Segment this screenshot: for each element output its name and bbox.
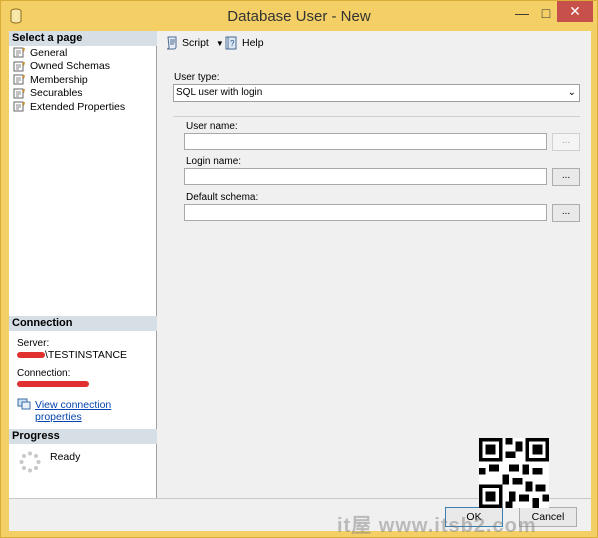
qr-code [479, 438, 549, 508]
watermark: it屋 www.itsb2.com [337, 515, 537, 537]
login-name-browse-button[interactable]: ... [552, 168, 580, 186]
user-type-select[interactable]: SQL user with login ⌄ [173, 84, 580, 102]
select-page-header: Select a page [9, 31, 157, 46]
progress-status: Ready [50, 451, 81, 463]
page-item-securables[interactable]: Securables [13, 87, 153, 101]
user-name-label: User name: [186, 121, 238, 132]
script-label: Script [182, 37, 209, 49]
general-page: User type: SQL user with login ⌄ User na… [158, 55, 591, 498]
page-item-label: General [30, 46, 68, 59]
connection-header: Connection [9, 316, 157, 331]
dialog-window: Database User - New — □ ✕ Select a page … [0, 0, 598, 538]
svg-text:?: ? [230, 39, 235, 48]
user-type-value: SQL user with login [176, 87, 263, 98]
page-icon [13, 88, 25, 99]
user-type-label: User type: [174, 72, 220, 83]
connection-properties-icon [17, 398, 31, 410]
user-name-input[interactable] [184, 133, 547, 150]
page-item-label: Membership [30, 73, 88, 86]
toolbar: Script ▼ ? Help [158, 31, 591, 55]
dropdown-arrow-icon: ⌄ [567, 87, 576, 98]
default-schema-browse-button[interactable]: ... [552, 204, 580, 222]
left-panel: Select a page General Owned Schemas Memb… [9, 31, 157, 498]
page-item-label: Extended Properties [30, 100, 126, 113]
progress-spinner-icon [19, 451, 41, 473]
title-bar[interactable]: Database User - New — □ ✕ [1, 1, 597, 31]
page-item-label: Owned Schemas [30, 60, 110, 73]
progress-header: Progress [9, 429, 157, 444]
default-schema-label: Default schema: [186, 192, 259, 203]
server-label: Server: [17, 338, 50, 349]
script-button[interactable]: Script ▼ [165, 36, 224, 50]
help-icon: ? [225, 36, 237, 50]
login-name-input[interactable] [184, 168, 547, 185]
minimize-button[interactable]: — [509, 4, 535, 22]
page-item-extended-properties[interactable]: Extended Properties [13, 100, 153, 114]
page-icon [13, 47, 25, 58]
page-item-label: Securables [30, 87, 83, 100]
page-icon [13, 61, 25, 72]
view-connection-properties-link[interactable]: View connection properties [35, 399, 156, 423]
server-value-text: \TESTINSTANCE [45, 349, 128, 361]
login-name-label: Login name: [186, 156, 242, 167]
window-title: Database User - New [227, 8, 371, 25]
connection-value [17, 381, 89, 387]
close-button[interactable]: ✕ [557, 1, 593, 22]
page-item-membership[interactable]: Membership [13, 73, 153, 87]
server-value: \TESTINSTANCE [17, 349, 127, 361]
chevron-down-icon[interactable]: ▼ [216, 39, 224, 48]
page-list: General Owned Schemas Membership Securab… [13, 46, 153, 114]
user-name-browse-button[interactable]: ... [552, 133, 580, 151]
connection-label: Connection: [17, 368, 71, 379]
maximize-button[interactable]: □ [535, 4, 557, 22]
default-schema-input[interactable] [184, 204, 547, 221]
help-button[interactable]: ? Help [225, 36, 264, 50]
page-icon [13, 74, 25, 85]
help-label: Help [242, 37, 264, 49]
page-item-owned-schemas[interactable]: Owned Schemas [13, 60, 153, 74]
redaction-mark [17, 352, 45, 358]
script-icon [166, 36, 177, 50]
page-icon [13, 101, 25, 112]
page-item-general[interactable]: General [13, 46, 153, 60]
redaction-mark [17, 381, 89, 387]
